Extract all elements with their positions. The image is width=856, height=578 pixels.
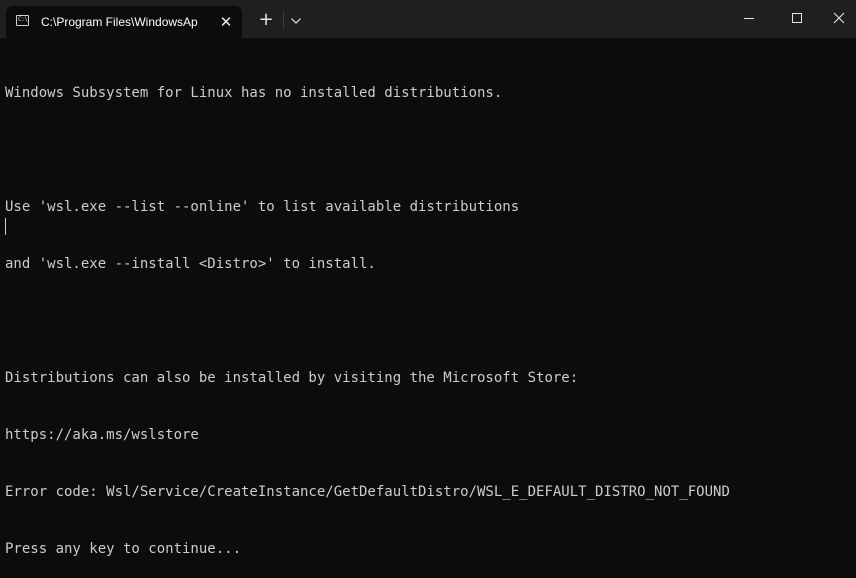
- new-tab-button[interactable]: +: [256, 10, 276, 30]
- close-button[interactable]: [818, 0, 856, 38]
- console-output[interactable]: Windows Subsystem for Linux has no insta…: [5, 46, 851, 578]
- title-bar: C:\ C:\Program Files\WindowsAp ✕ +: [0, 0, 856, 38]
- terminal-prompt-glyph: C:\: [18, 16, 28, 23]
- maximize-icon: [792, 13, 802, 23]
- tab-terminal[interactable]: C:\ C:\Program Files\WindowsAp ✕: [6, 6, 242, 38]
- tab-close-icon[interactable]: ✕: [218, 14, 234, 30]
- console-line: https://aka.ms/wslstore: [5, 427, 199, 443]
- console-line: Error code: Wsl/Service/CreateInstance/G…: [5, 484, 730, 500]
- terminal-prompt-icon: C:\: [16, 15, 29, 26]
- tab-divider: [283, 12, 284, 28]
- console-line: Distributions can also be installed by v…: [5, 370, 579, 386]
- text-cursor: [5, 218, 6, 235]
- console-line: Windows Subsystem for Linux has no insta…: [5, 85, 503, 101]
- console-line: Press any key to continue...: [5, 541, 242, 557]
- close-icon: [833, 12, 845, 24]
- maximize-button[interactable]: [772, 0, 818, 38]
- minimize-icon: [744, 18, 754, 19]
- console-line: Use 'wsl.exe --list --online' to list av…: [5, 199, 520, 215]
- console-line: and 'wsl.exe --install <Distro>' to inst…: [5, 256, 376, 272]
- chevron-down-icon[interactable]: [288, 13, 304, 29]
- tab-title: C:\Program Files\WindowsAp: [41, 15, 198, 29]
- minimize-button[interactable]: [726, 0, 772, 38]
